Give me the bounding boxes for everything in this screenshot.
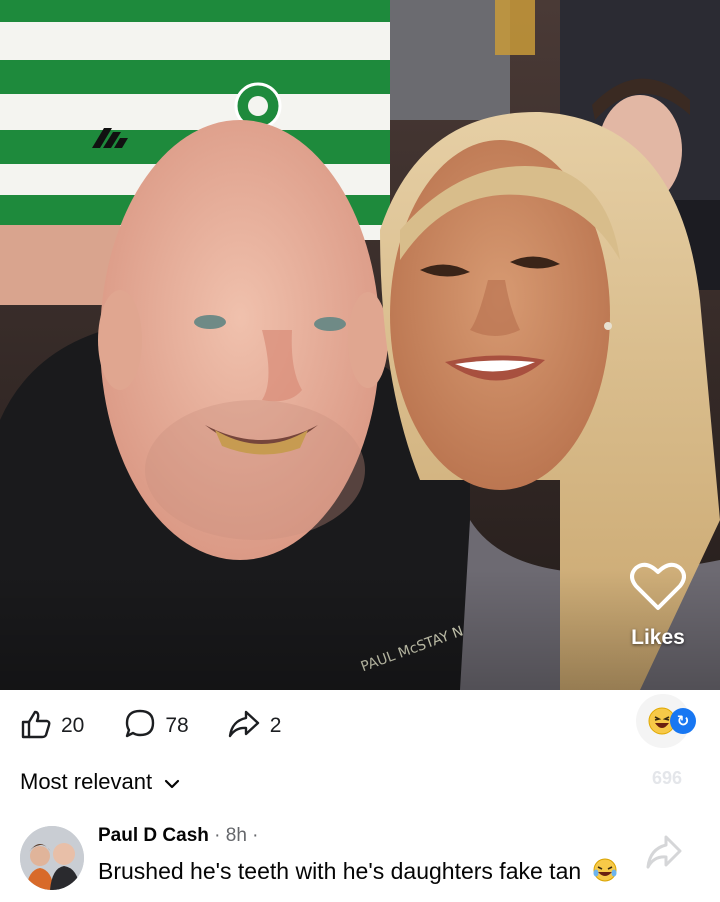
likes-overlay-button[interactable]: Likes (626, 562, 690, 650)
sort-label: Most relevant (20, 769, 153, 794)
heart-outline-icon[interactable] (630, 562, 686, 612)
share-arrow-icon (227, 708, 261, 745)
thumbs-up-icon (20, 708, 52, 745)
comment-body: Brushed he's teeth with he's daughters f… (98, 858, 582, 884)
reactions-summary[interactable]: ↻ (636, 694, 698, 748)
share-button[interactable]: 2 (227, 708, 282, 745)
action-bar: 20 78 2 ↻ (0, 690, 720, 762)
share-count: 2 (269, 714, 282, 737)
like-count: 20 (61, 714, 85, 737)
laughing-tears-icon (593, 858, 617, 882)
faded-reaction-count: 696 (651, 768, 682, 788)
comment-count: 78 (165, 714, 189, 737)
comment-author[interactable]: Paul D Cash (98, 825, 209, 846)
avatar[interactable] (20, 826, 84, 890)
comment-sort-dropdown[interactable]: Most relevant (20, 768, 180, 796)
comment-text-line: Brushed he's teeth with he's daughters f… (98, 857, 618, 885)
chevron-down-icon (164, 770, 180, 796)
likes-label: Likes (631, 626, 685, 649)
comment-item: Paul D Cash · 8h · Brushed he's teeth wi… (20, 823, 700, 902)
post-view: PAUL McSTAY NA Likes 20 78 2 ↻ 696 Most … (0, 0, 720, 902)
comment-header: Paul D Cash · 8h · (98, 825, 259, 847)
like-button[interactable]: 20 (20, 708, 84, 745)
selfie-illustration: PAUL McSTAY NA (0, 0, 720, 690)
post-photo[interactable]: PAUL McSTAY NA Likes (0, 0, 720, 690)
comment-button[interactable]: 78 (124, 708, 189, 745)
comment-bubble-icon (124, 708, 156, 745)
comment-time: · 8h · (208, 825, 259, 846)
share-ghost-icon (642, 831, 686, 880)
blue-reaction-icon: ↻ (670, 708, 696, 734)
